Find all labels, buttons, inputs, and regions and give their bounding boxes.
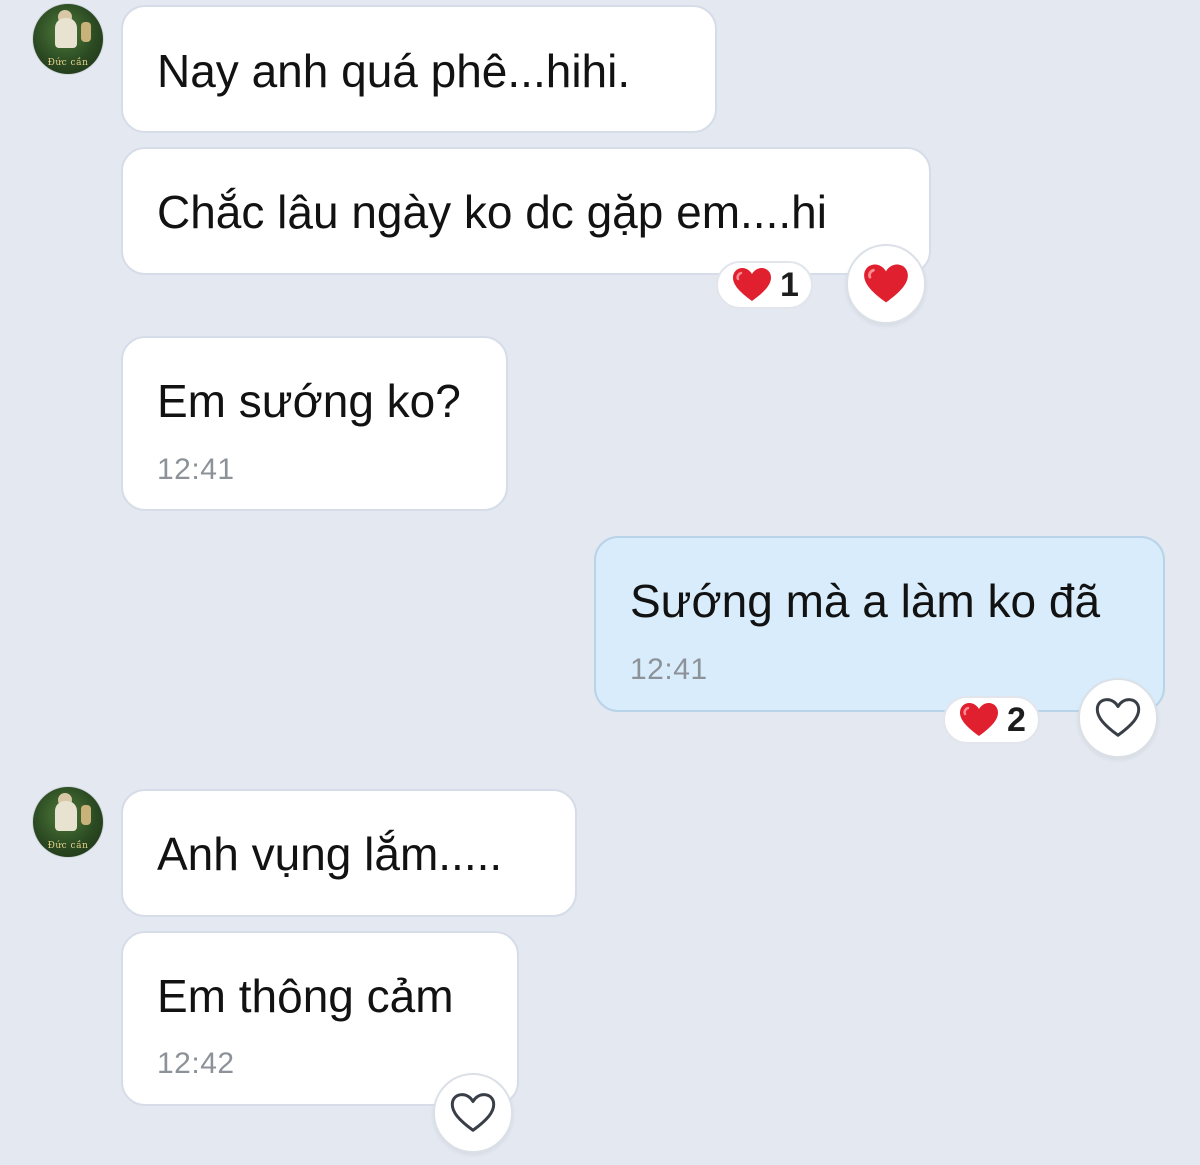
avatar-figure xyxy=(55,801,77,831)
message-timestamp: 12:41 xyxy=(157,453,235,486)
avatar-caption: Đức cần xyxy=(47,841,89,851)
message-text: Anh vụng lắm..... xyxy=(157,828,503,880)
heart-filled-icon xyxy=(959,702,999,738)
avatar-caption: Đức cần xyxy=(47,58,89,68)
heart-filled-icon xyxy=(732,267,772,303)
incoming-message-bubble[interactable]: Nay anh quá phê...hihi. xyxy=(121,5,717,133)
message-text: Nay anh quá phê...hihi. xyxy=(157,45,631,97)
sender-avatar[interactable]: Đức cần xyxy=(33,4,103,74)
react-heart-button[interactable] xyxy=(846,244,926,324)
reaction-summary[interactable]: 1 xyxy=(716,261,813,309)
reaction-count: 1 xyxy=(780,266,799,304)
heart-filled-icon xyxy=(863,263,909,305)
message-text: Em thông cảm xyxy=(157,970,454,1022)
incoming-message-bubble[interactable]: Chắc lâu ngày ko dc gặp em....hi xyxy=(121,147,931,275)
message-timestamp: 12:42 xyxy=(157,1047,235,1080)
react-heart-button[interactable] xyxy=(1078,678,1158,758)
react-heart-button[interactable] xyxy=(433,1073,513,1153)
incoming-message-bubble[interactable]: Em sướng ko? 12:41 xyxy=(121,336,508,511)
reaction-summary[interactable]: 2 xyxy=(943,696,1040,744)
avatar-vase xyxy=(81,22,91,42)
message-timestamp: 12:41 xyxy=(630,653,708,686)
message-text: Sướng mà a làm ko đã xyxy=(630,575,1101,627)
heart-outline-icon xyxy=(1095,697,1141,739)
outgoing-message-bubble[interactable]: Sướng mà a làm ko đã 12:41 xyxy=(594,536,1165,712)
sender-avatar[interactable]: Đức cần xyxy=(33,787,103,857)
heart-outline-icon xyxy=(450,1092,496,1134)
message-text: Em sướng ko? xyxy=(157,375,461,427)
message-text: Chắc lâu ngày ko dc gặp em....hi xyxy=(157,186,827,238)
avatar-figure xyxy=(55,18,77,48)
incoming-message-bubble[interactable]: Anh vụng lắm..... xyxy=(121,789,577,917)
reaction-count: 2 xyxy=(1007,701,1026,739)
avatar-vase xyxy=(81,805,91,825)
